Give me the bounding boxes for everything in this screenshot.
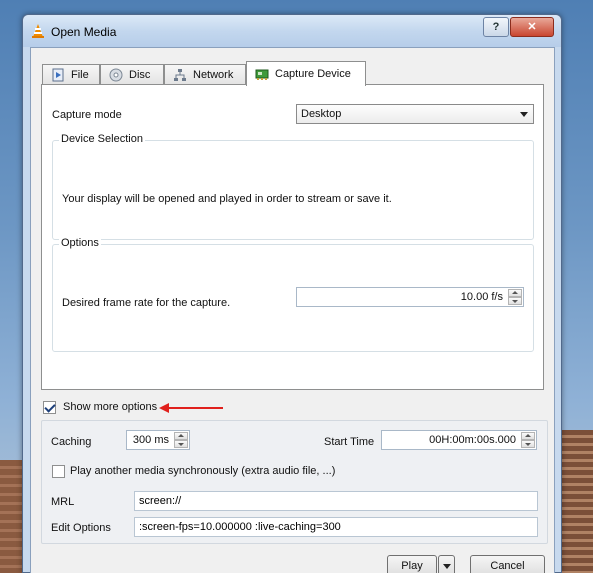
caching-spin-buttons <box>174 432 188 448</box>
show-more-options-checkbox[interactable] <box>43 401 56 414</box>
play-dropdown-button[interactable] <box>438 555 455 573</box>
tab-disc[interactable]: Disc <box>100 64 164 85</box>
mrl-label: MRL <box>51 496 75 508</box>
close-button[interactable]: ✕ <box>510 17 554 37</box>
title-bar: Open Media ? ✕ <box>23 15 561 47</box>
tab-network-label: Network <box>193 69 234 81</box>
frame-rate-spinbox[interactable]: 10.00 f/s <box>296 287 524 307</box>
mrl-input[interactable] <box>134 491 538 511</box>
tab-disc-label: Disc <box>129 69 151 81</box>
tab-capture-device-label: Capture Device <box>275 68 351 80</box>
play-synchronously-checkbox[interactable] <box>52 465 65 478</box>
caching-spinbox[interactable]: 300 ms <box>126 430 190 450</box>
chevron-down-icon <box>520 112 528 117</box>
capture-card-icon <box>255 69 269 80</box>
spin-down-icon[interactable] <box>508 297 522 305</box>
spin-up-icon[interactable] <box>521 432 535 440</box>
caching-value: 300 ms <box>132 434 169 446</box>
window-title: Open Media <box>51 25 117 39</box>
start-time-value: 00H:00m:00s.000 <box>429 434 516 446</box>
help-button[interactable]: ? <box>483 17 509 37</box>
spin-up-icon[interactable] <box>174 432 188 440</box>
edit-options-input[interactable] <box>134 517 538 537</box>
chevron-down-icon <box>443 564 451 569</box>
options-group: Options Desired frame rate for the captu… <box>52 237 534 352</box>
options-title: Options <box>59 237 101 249</box>
tab-capture-device[interactable]: Capture Device <box>246 61 366 86</box>
tab-network[interactable]: Network <box>164 64 246 85</box>
edit-options-label: Edit Options <box>51 522 111 534</box>
cancel-button[interactable]: Cancel <box>470 555 545 573</box>
more-options-panel: Caching 300 ms Start Time 00H:00m:00s.00… <box>41 420 548 544</box>
capture-mode-select[interactable]: Desktop <box>296 104 534 124</box>
tab-file[interactable]: File <box>42 64 100 85</box>
start-time-spin-buttons <box>521 432 535 448</box>
capture-mode-label: Capture mode <box>52 109 122 121</box>
spin-down-icon[interactable] <box>174 440 188 448</box>
start-time-spinbox[interactable]: 00H:00m:00s.000 <box>381 430 537 450</box>
file-play-icon <box>52 68 64 82</box>
play-synchronously-label[interactable]: Play another media synchronously (extra … <box>70 465 335 477</box>
play-button[interactable]: Play <box>387 555 437 573</box>
disc-icon <box>109 68 123 82</box>
capture-mode-value: Desktop <box>301 108 342 120</box>
show-more-options-label[interactable]: Show more options <box>63 401 157 413</box>
frame-rate-value: 10.00 f/s <box>460 291 503 303</box>
spin-down-icon[interactable] <box>521 440 535 448</box>
red-arrow-annotation-icon <box>159 403 223 413</box>
caching-label: Caching <box>51 436 92 448</box>
device-selection-group: Device Selection Your display will be op… <box>52 133 534 240</box>
background-building-left <box>0 460 22 573</box>
background-building-right <box>559 430 593 573</box>
tab-file-label: File <box>71 69 89 81</box>
device-description: Your display will be opened and played i… <box>62 193 392 205</box>
network-icon <box>174 69 186 81</box>
device-selection-title: Device Selection <box>59 133 145 145</box>
start-time-label: Start Time <box>324 436 375 448</box>
frame-rate-label: Desired frame rate for the capture. <box>62 297 231 309</box>
spin-up-icon[interactable] <box>508 289 522 297</box>
dialog-client-area: File Disc Network Capture Device Capture… <box>30 47 555 573</box>
frame-rate-spin-buttons <box>508 289 522 305</box>
vlc-cone-icon <box>32 24 44 38</box>
capture-device-panel: Capture mode Desktop Device Selection Yo… <box>41 84 544 390</box>
open-media-dialog: Open Media ? ✕ File Disc Network Capture… <box>22 14 562 573</box>
